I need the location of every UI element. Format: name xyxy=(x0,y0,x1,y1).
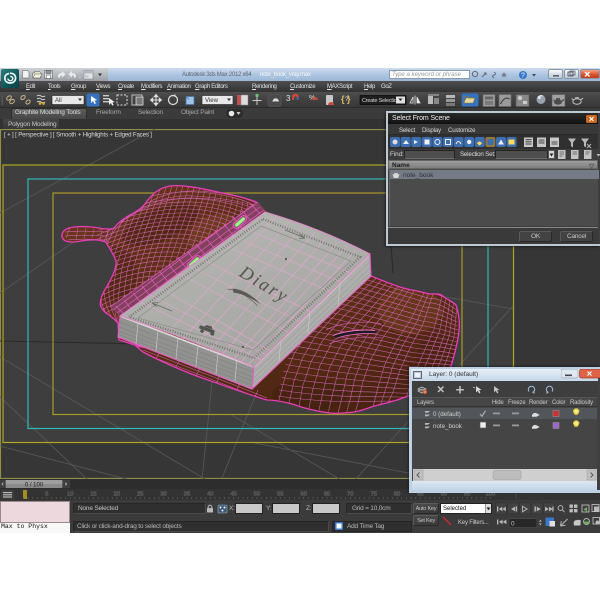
svg-text:note_book: note_book xyxy=(433,423,463,430)
svg-text:[ + ] [ Perspective ] [ Smooth: [ + ] [ Perspective ] [ Smooth + Highlig… xyxy=(4,132,152,139)
svg-text:65: 65 xyxy=(324,492,330,498)
svg-text:20: 20 xyxy=(114,492,120,498)
svg-text:70: 70 xyxy=(347,492,353,498)
svg-text:60: 60 xyxy=(300,492,306,498)
svg-text:35: 35 xyxy=(184,492,190,498)
svg-text:?: ? xyxy=(521,73,525,80)
svg-text:5: 5 xyxy=(45,492,48,498)
svg-text:Key Filters...: Key Filters... xyxy=(458,520,489,526)
svg-text:View: View xyxy=(205,98,219,104)
svg-text:55: 55 xyxy=(277,492,283,498)
svg-text:45: 45 xyxy=(230,492,236,498)
svg-text:80: 80 xyxy=(394,492,400,498)
svg-text:50: 50 xyxy=(254,492,260,498)
svg-text:75: 75 xyxy=(371,492,377,498)
svg-text:0 (default): 0 (default) xyxy=(433,411,461,418)
svg-text:40: 40 xyxy=(207,492,213,498)
svg-text:3: 3 xyxy=(286,94,291,103)
svg-text:25: 25 xyxy=(137,492,143,498)
svg-text:10: 10 xyxy=(67,492,73,498)
svg-text:15: 15 xyxy=(90,492,96,498)
svg-text:0 / 100: 0 / 100 xyxy=(25,483,44,489)
svg-text:All: All xyxy=(55,98,62,104)
svg-text:0: 0 xyxy=(511,521,515,528)
svg-text:30: 30 xyxy=(160,492,166,498)
